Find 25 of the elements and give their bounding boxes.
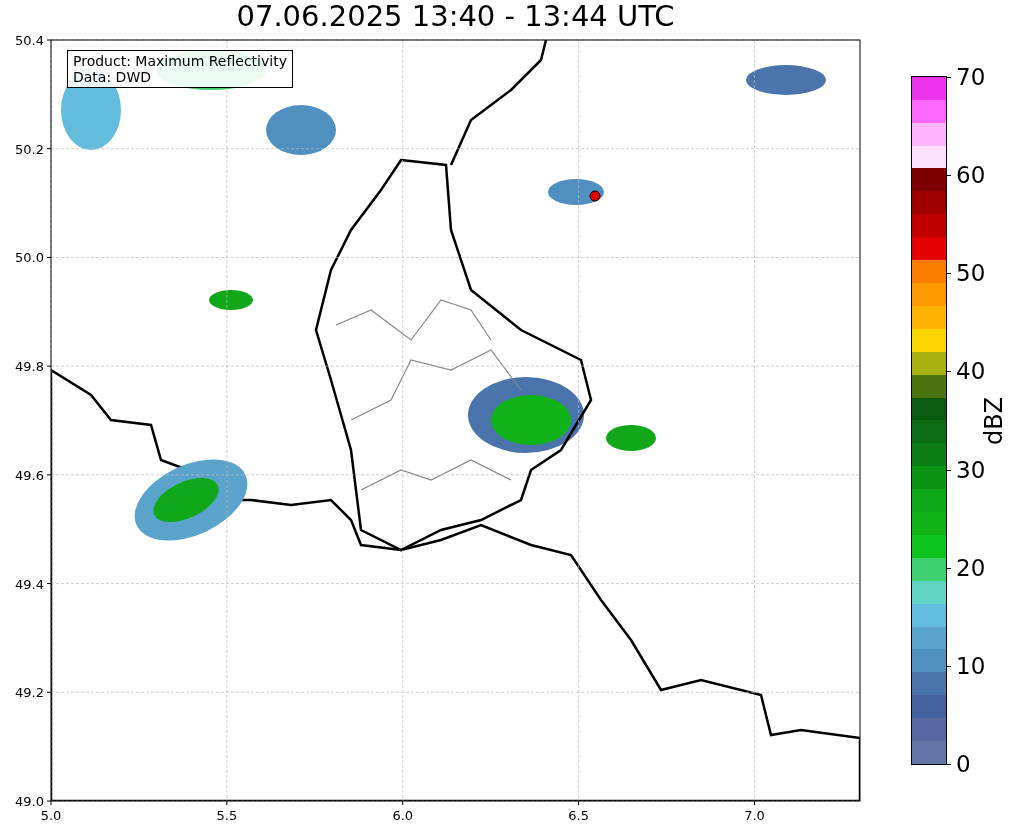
colorbar-tick-label: 50: [956, 261, 986, 286]
colorbar-tick-label: 40: [956, 359, 986, 384]
x-tick-label: 7.0: [744, 808, 765, 823]
colorbar-tick-label: 0: [956, 752, 971, 776]
colorbar-tick-label: 10: [956, 653, 986, 678]
x-tick-label: 6.0: [392, 808, 414, 823]
y-tick-label: 49.8: [15, 359, 44, 375]
colorbar-tick-label: 70: [956, 65, 986, 89]
x-tick-label: 5.0: [40, 808, 62, 823]
y-tick-label: 49.6: [15, 467, 44, 483]
y-tick-label: 50.0: [15, 250, 44, 266]
colorbar-tick-label: 60: [956, 163, 986, 188]
info-text: Data: DWD: [73, 69, 152, 85]
colorbar-tick-label: 30: [956, 457, 986, 482]
colorbar-label: dBZ: [980, 396, 1009, 446]
x-tick-label: 6.5: [568, 808, 589, 823]
y-tick-label: 49.0: [15, 794, 44, 809]
y-tick-label: 49.4: [15, 576, 44, 592]
x-tick-label: 5.5: [216, 808, 238, 823]
colorbar-tick-label: 20: [956, 555, 986, 580]
y-tick-label: 50.4: [15, 33, 44, 48]
y-tick-label: 50.2: [15, 141, 44, 157]
chart-title: 07.06.2025 13:40 - 13:44 UTC: [235, 0, 676, 32]
y-tick-label: 49.2: [15, 685, 44, 701]
info-text: Product: Maximum Reflectivity: [73, 53, 287, 69]
